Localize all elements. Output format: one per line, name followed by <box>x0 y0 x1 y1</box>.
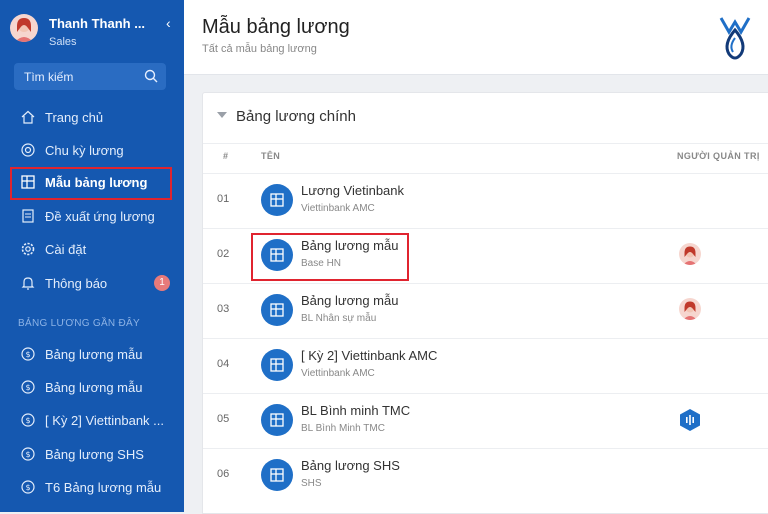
nav-item-notifications[interactable]: Thông báo 1 <box>10 268 172 298</box>
nav-label: Đề xuất ứng lương <box>45 209 155 224</box>
recent-item[interactable]: $ T6 Bảng lương mẫu <box>10 472 172 502</box>
recent-item[interactable]: $ [ Kỳ 2] Viettinbank ... <box>10 405 172 435</box>
table-row[interactable]: 02 Bảng lương mẫu Base HN <box>203 228 768 284</box>
recent-section-title: BẢNG LƯƠNG GẦN ĐÂY <box>18 318 140 329</box>
row-name[interactable]: [ Kỳ 2] Viettinbank AMC <box>301 348 437 363</box>
column-header-name: TÊN <box>261 151 281 161</box>
template-icon <box>261 294 293 326</box>
salary-template-card: Bảng lương chính # TÊN NGƯỜI QUẢN TRỊ 01… <box>202 92 768 514</box>
nav-label: Thông báo <box>45 276 108 291</box>
row-subtitle: SHS <box>301 478 322 489</box>
row-subtitle: Viettinbank AMC <box>301 203 375 214</box>
nav-item-advance-request[interactable]: Đề xuất ứng lương <box>10 201 172 231</box>
cycle-icon <box>21 143 35 157</box>
dollar-icon: $ <box>21 447 35 461</box>
row-subtitle: BL Bình Minh TMC <box>301 423 385 434</box>
row-number: 05 <box>217 413 230 425</box>
recent-item[interactable]: $ Bảng lương mẫu <box>10 372 172 402</box>
table-icon <box>21 175 35 189</box>
sidebar: Thanh Thanh ... Sales ‹ Tìm kiếm Trang c… <box>0 0 184 512</box>
document-icon <box>22 209 34 223</box>
dollar-icon: $ <box>21 480 35 494</box>
collapse-sidebar-icon[interactable]: ‹ <box>166 15 171 31</box>
highlight-box <box>251 233 409 281</box>
table-row[interactable]: 06 Bảng lương SHS SHS <box>203 448 768 504</box>
row-number: 04 <box>217 358 230 370</box>
template-icon <box>261 404 293 436</box>
group-header[interactable]: Bảng lương chính <box>203 93 768 144</box>
column-header-admin: NGƯỜI QUẢN TRỊ <box>677 151 760 161</box>
page-title: Mẫu bảng lương <box>202 16 350 38</box>
notification-badge: 1 <box>154 275 170 291</box>
nav-label: Chu kỳ lương <box>45 143 124 158</box>
nav-item-pay-cycle[interactable]: Chu kỳ lương <box>10 135 172 165</box>
table-row[interactable]: 01 Lương Vietinbank Viettinbank AMC <box>203 173 768 229</box>
nav-label: Mẫu bảng lương <box>45 175 148 190</box>
recent-label: Bảng lương mẫu <box>45 380 143 395</box>
nav-item-settings[interactable]: Cài đặt <box>10 234 172 264</box>
nav-item-home[interactable]: Trang chủ <box>10 102 172 132</box>
row-subtitle: BL Nhân sự mẫu <box>301 313 377 324</box>
gear-icon <box>21 242 35 256</box>
brand-logo <box>719 17 751 60</box>
table-row[interactable]: 04 [ Kỳ 2] Viettinbank AMC Viettinbank A… <box>203 338 768 394</box>
table-row[interactable]: 03 Bảng lương mẫu BL Nhân sự mẫu <box>203 283 768 339</box>
svg-text:$: $ <box>25 416 30 425</box>
search-placeholder: Tìm kiếm <box>24 70 74 84</box>
nav-label: Cài đặt <box>45 242 87 257</box>
admin-avatar <box>679 298 701 320</box>
recent-label: T6 Bảng lương mẫu <box>45 480 162 495</box>
group-title: Bảng lương chính <box>236 108 356 125</box>
user-role: Sales <box>49 36 77 48</box>
template-icon <box>261 184 293 216</box>
recent-item[interactable]: $ Bảng lương mẫu <box>10 339 172 369</box>
nav-label: Trang chủ <box>45 110 104 125</box>
row-number: 01 <box>217 193 230 205</box>
dollar-icon: $ <box>21 347 35 361</box>
recent-label: Bảng lương SHS <box>45 447 144 462</box>
row-name[interactable]: BL Bình minh TMC <box>301 403 410 418</box>
row-name[interactable]: Lương Vietinbank <box>301 183 404 198</box>
svg-text:$: $ <box>25 350 30 359</box>
bell-icon <box>21 277 35 290</box>
search-icon <box>144 69 158 83</box>
row-number: 02 <box>217 248 230 260</box>
svg-text:$: $ <box>25 383 30 392</box>
page-subtitle: Tất cả mẫu bảng lương <box>202 43 317 55</box>
nav-item-salary-template[interactable]: Mẫu bảng lương <box>10 167 172 200</box>
column-header-number: # <box>223 151 229 161</box>
row-subtitle: Viettinbank AMC <box>301 368 375 379</box>
row-number: 03 <box>217 303 230 315</box>
row-name[interactable]: Bảng lương mẫu <box>301 293 398 308</box>
dollar-icon: $ <box>21 413 35 427</box>
search-input[interactable]: Tìm kiếm <box>14 63 166 90</box>
home-icon <box>21 110 35 124</box>
svg-text:$: $ <box>25 483 30 492</box>
user-profile[interactable]: Thanh Thanh ... Sales ‹ <box>10 12 180 52</box>
template-icon <box>261 459 293 491</box>
template-icon <box>261 349 293 381</box>
caret-down-icon[interactable] <box>217 112 227 118</box>
admin-avatar <box>679 243 701 265</box>
user-name: Thanh Thanh ... <box>49 16 146 31</box>
page-header: Mẫu bảng lương Tất cả mẫu bảng lương <box>184 0 768 75</box>
hexagon-logo-icon <box>680 409 700 431</box>
row-name[interactable]: Bảng lương SHS <box>301 458 400 473</box>
recent-item[interactable]: $ Bảng lương SHS <box>10 439 172 469</box>
recent-label: Bảng lương mẫu <box>45 347 143 362</box>
row-number: 06 <box>217 468 230 480</box>
table-row[interactable]: 05 BL Bình minh TMC BL Bình Minh TMC <box>203 393 768 449</box>
recent-label: [ Kỳ 2] Viettinbank ... <box>45 413 164 428</box>
dollar-icon: $ <box>21 380 35 394</box>
avatar <box>10 14 38 42</box>
svg-text:$: $ <box>25 450 30 459</box>
